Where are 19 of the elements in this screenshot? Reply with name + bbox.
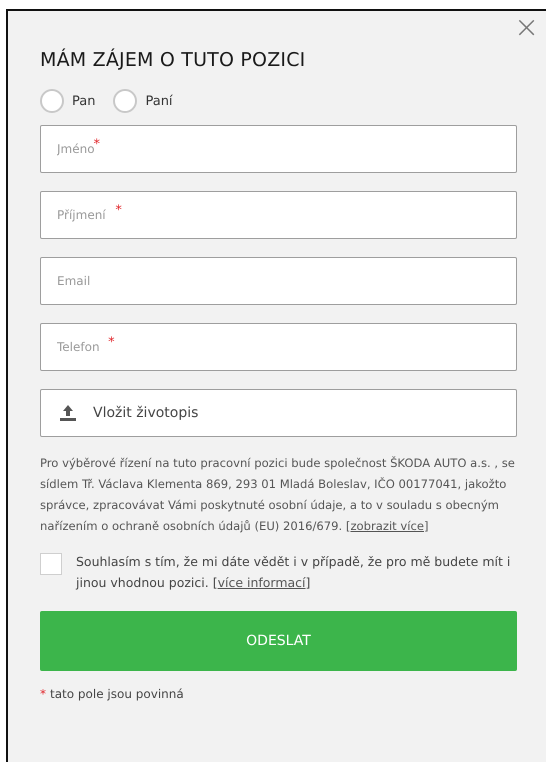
radio-label: Paní [145, 94, 173, 108]
checkbox[interactable] [40, 553, 62, 575]
upload-button[interactable]: Vložit životopis [40, 389, 517, 437]
radio-button[interactable] [113, 89, 138, 113]
consent-text: Souhlasím s tím, že mi dáte vědět i v případě, že pro mě budete mít i jinou vhodnou pozici. [více informací] [76, 553, 512, 592]
input-field[interactable]: Email [40, 257, 517, 305]
dialog-title: MÁM ZÁJEM O TUTO POZICI [40, 49, 306, 71]
show-more-link[interactable]: zobrazit více [350, 519, 424, 533]
required-mark: * [115, 203, 122, 218]
required-mark: * [40, 687, 46, 701]
close-button[interactable]: × [514, 13, 540, 43]
radio-label: Pan [72, 94, 96, 108]
required-mark: * [108, 335, 115, 350]
required-mark: * [94, 137, 100, 152]
more-info-link[interactable]: více informací [218, 575, 306, 590]
upload-icon [59, 404, 77, 422]
radio-button[interactable] [40, 89, 64, 113]
required-note: tato pole jsou povinná [50, 687, 184, 701]
privacy-notice: Pro výběrové řízení na tuto pracovní pozici bude společnost ŠKODA AUTO a.s. , se sídlem Tř. Václava Klementa 869, 293 01 Mladá Boleslav, IČO 00177041, jakožto správce, zpracovávat Vámi poskytnuté osobní údaje, a to v souladu s obecným nařízením o ochraně osobních údajů (EU) 2016/679. [zobrazit více] [40, 455, 516, 535]
